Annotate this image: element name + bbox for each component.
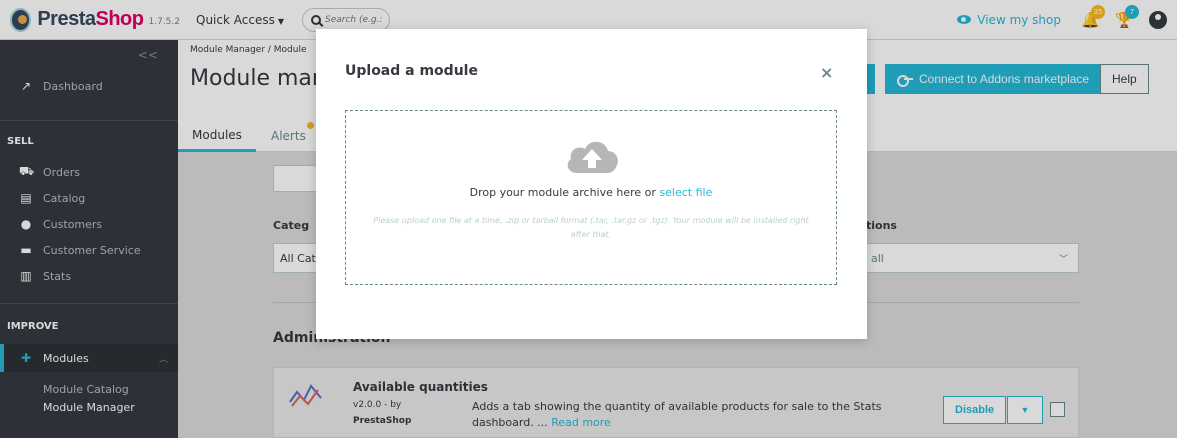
drop-instructions: Drop your module archive here or select … (469, 186, 713, 199)
module-dropzone[interactable]: Drop your module archive here or select … (345, 110, 837, 285)
upload-hint: Please upload one file at a time, .zip o… (373, 216, 809, 239)
select-file-link[interactable]: select file (659, 186, 712, 199)
modal-title: Upload a module (345, 63, 478, 79)
upload-module-modal: Upload a module × Drop your module archi… (316, 29, 867, 339)
cloud-upload-icon (567, 141, 618, 173)
close-icon[interactable]: × (820, 63, 833, 82)
